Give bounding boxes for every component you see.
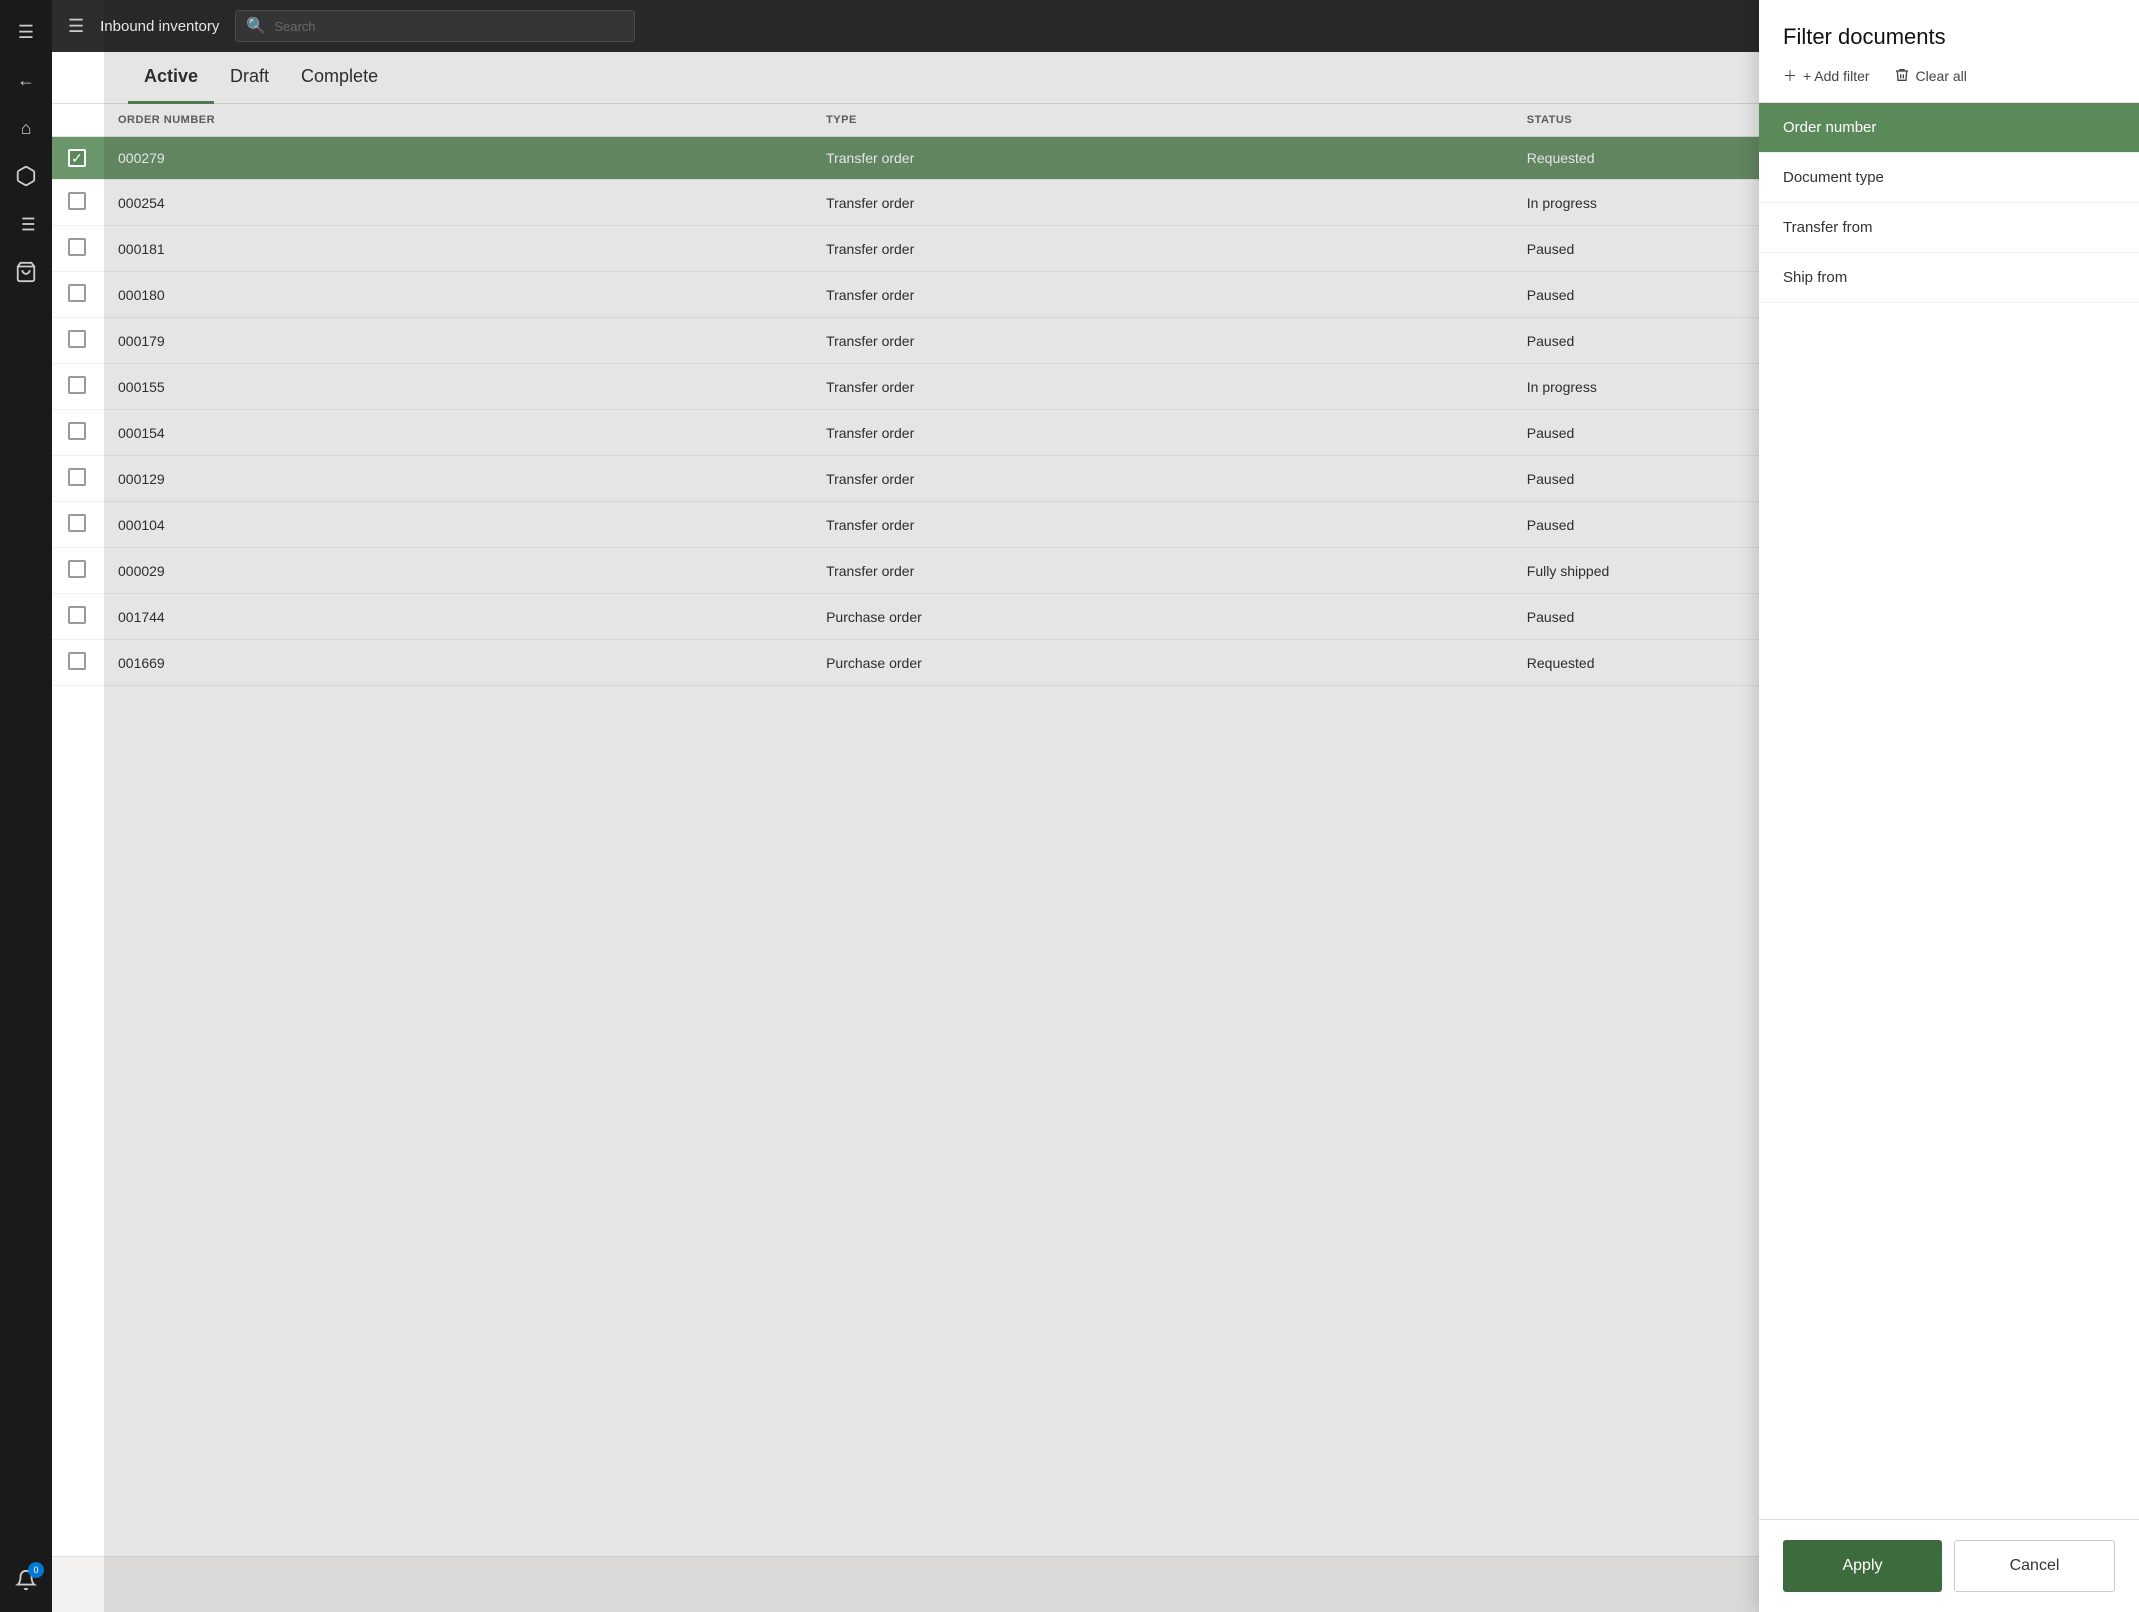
checkbox-cell[interactable]	[52, 226, 102, 272]
row-checkbox[interactable]	[68, 238, 86, 256]
checkbox-cell[interactable]	[52, 594, 102, 640]
filter-header: Filter documents ＋ + Add filter	[1759, 0, 2139, 103]
notification-badge: 0	[28, 1562, 44, 1578]
filter-list-item[interactable]: Transfer from	[1759, 203, 2139, 253]
add-icon: ＋	[1783, 66, 1797, 86]
row-checkbox[interactable]	[68, 376, 86, 394]
bag-icon[interactable]	[6, 252, 46, 292]
filter-panel: Filter documents ＋ + Add filter	[1759, 0, 2139, 1612]
clear-all-button[interactable]: Clear all	[1894, 67, 1967, 86]
menu-icon[interactable]: ☰	[6, 12, 46, 52]
filter-list: Order numberDocument typeTransfer fromSh…	[1759, 103, 2139, 1519]
clear-icon	[1894, 67, 1910, 86]
sidebar: ☰ ← ⌂ 0	[0, 0, 52, 1612]
filter-list-item[interactable]: Ship from	[1759, 253, 2139, 303]
checkbox-cell[interactable]	[52, 318, 102, 364]
checkbox-cell[interactable]	[52, 410, 102, 456]
add-filter-label: + Add filter	[1803, 68, 1870, 84]
row-checkbox[interactable]	[68, 192, 86, 210]
home-icon[interactable]: ⌂	[6, 108, 46, 148]
checkbox-cell[interactable]	[52, 548, 102, 594]
checkbox-cell[interactable]	[52, 640, 102, 686]
col-checkbox	[52, 104, 102, 137]
filter-list-item[interactable]: Document type	[1759, 153, 2139, 203]
row-checkbox[interactable]	[68, 606, 86, 624]
row-checkbox[interactable]	[68, 560, 86, 578]
apply-button[interactable]: Apply	[1783, 1540, 1942, 1592]
checkbox-cell[interactable]	[52, 502, 102, 548]
checkbox-cell[interactable]	[52, 272, 102, 318]
add-filter-button[interactable]: ＋ + Add filter	[1783, 66, 1870, 86]
filter-actions: ＋ + Add filter Clear all	[1783, 66, 2115, 86]
row-checkbox[interactable]	[68, 468, 86, 486]
notification-icon[interactable]: 0	[6, 1560, 46, 1600]
row-checkbox[interactable]	[68, 284, 86, 302]
checkbox-cell[interactable]	[52, 456, 102, 502]
row-checkbox[interactable]	[68, 652, 86, 670]
filter-footer: Apply Cancel	[1759, 1519, 2139, 1612]
row-checkbox[interactable]	[68, 422, 86, 440]
row-checkbox[interactable]	[68, 330, 86, 348]
back-icon[interactable]: ←	[6, 60, 46, 100]
list-icon[interactable]	[6, 204, 46, 244]
main-area: ☰ Inbound inventory 🔍 Active Draft Compl…	[52, 0, 2139, 1612]
hamburger-icon[interactable]: ☰	[68, 16, 84, 37]
row-checkbox[interactable]	[68, 514, 86, 532]
filter-title: Filter documents	[1783, 24, 2115, 50]
row-checkbox[interactable]: ✓	[68, 149, 86, 167]
box-icon[interactable]	[6, 156, 46, 196]
checkbox-cell[interactable]: ✓	[52, 137, 102, 180]
checkbox-cell[interactable]	[52, 364, 102, 410]
filter-list-item[interactable]: Order number	[1759, 103, 2139, 153]
cancel-button[interactable]: Cancel	[1954, 1540, 2115, 1592]
checkbox-cell[interactable]	[52, 180, 102, 226]
clear-all-label: Clear all	[1916, 68, 1967, 84]
